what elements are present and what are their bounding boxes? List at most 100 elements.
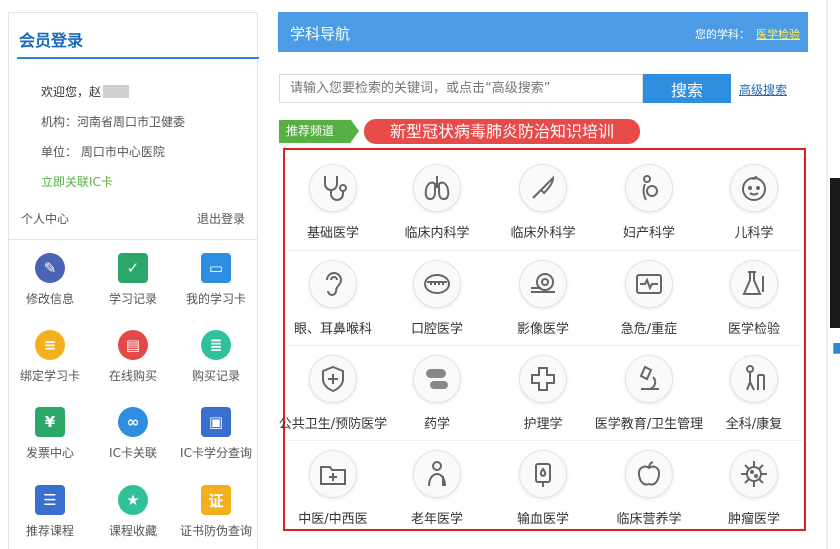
subject-label: 输血医学 — [516, 512, 569, 527]
unit-text: 单位： 周口市中心医院 — [41, 145, 165, 159]
link-ic-card-link[interactable]: 立即关联IC卡 — [41, 173, 113, 190]
subject-grid: 基础医学 临床内科学 临床外科学 妇产科学 儿科学 眼、耳鼻喉科 口腔医学 影像… — [279, 148, 806, 531]
subject-imaging[interactable]: 影像医学 — [495, 260, 591, 337]
func-ic-credit-query[interactable]: ▣ IC卡学分查询 — [175, 407, 257, 461]
func-course-favorite[interactable]: ★ 课程收藏 — [92, 485, 174, 539]
subject-nursing[interactable]: 护理学 — [495, 355, 591, 432]
subject-label: 急危/重症 — [620, 322, 678, 337]
lungs-icon — [413, 164, 461, 212]
subject-med-education[interactable]: 医学教育/卫生管理 — [591, 355, 707, 432]
welcome-text: 欢迎您，赵 — [41, 85, 102, 99]
walker-icon — [730, 355, 778, 403]
stethoscope-icon — [309, 164, 357, 212]
masked-username — [103, 85, 130, 98]
subject-nutrition[interactable]: 临床营养学 — [601, 450, 697, 527]
func-label: IC卡学分查询 — [180, 446, 252, 460]
subject-ent[interactable]: 眼、耳鼻喉科 — [281, 260, 385, 337]
func-label: 课程收藏 — [108, 524, 157, 538]
blood-bag-icon — [519, 450, 567, 498]
virus-icon — [730, 450, 778, 498]
subject-public-health[interactable]: 公共卫生/预防医学 — [269, 355, 397, 432]
subject-general-rehab[interactable]: 全科/康复 — [706, 355, 802, 432]
subject-label: 老年医学 — [410, 512, 463, 527]
logout-link[interactable]: 退出登录 — [197, 210, 245, 227]
func-label: IC卡关联 — [109, 446, 157, 460]
subject-obstetrics[interactable]: 妇产科学 — [601, 164, 697, 241]
ct-scanner-icon — [519, 260, 567, 308]
subject-label: 儿科学 — [734, 226, 774, 241]
your-subject-label: 您的学科： — [695, 28, 750, 41]
edge-text-fragment: ■ — [832, 340, 840, 356]
subject-transfusion[interactable]: 输血医学 — [495, 450, 591, 527]
link-icon: ∞ — [118, 407, 148, 437]
subject-emergency[interactable]: 急危/重症 — [601, 260, 697, 337]
func-label: 在线购买 — [108, 369, 157, 383]
subject-label: 基础医学 — [306, 226, 359, 241]
card-hand-icon: ▭ — [201, 253, 231, 283]
your-subject-link[interactable]: 医学检验 — [756, 26, 800, 42]
heart-monitor-icon — [625, 260, 673, 308]
func-recommend-course[interactable]: ☰ 推荐课程 — [9, 485, 91, 539]
func-label: 证书防伪查询 — [179, 524, 252, 538]
search-button[interactable]: 搜索 — [643, 74, 731, 103]
subject-basic-medicine[interactable]: 基础医学 — [289, 164, 377, 241]
row-divider — [287, 250, 802, 251]
func-online-buy[interactable]: ▤ 在线购买 — [92, 330, 174, 384]
func-bind-card[interactable]: ≡ 绑定学习卡 — [9, 330, 91, 384]
pregnancy-icon — [625, 164, 673, 212]
subject-pharmacy[interactable]: 药学 — [389, 355, 485, 432]
subject-oncology[interactable]: 肿瘤医学 — [706, 450, 802, 527]
func-edit-info[interactable]: ✎ 修改信息 — [9, 253, 91, 307]
apple-icon — [625, 450, 673, 498]
personal-center-link[interactable]: 个人中心 — [21, 210, 69, 227]
func-label: 发票中心 — [25, 446, 74, 460]
subject-label: 肿瘤医学 — [727, 512, 780, 527]
title-underline — [17, 57, 259, 59]
subject-internal-medicine[interactable]: 临床内科学 — [389, 164, 485, 241]
subject-geriatrics[interactable]: 老年医学 — [389, 450, 485, 527]
subject-label: 公共卫生/预防医学 — [278, 417, 388, 432]
mouth-icon — [413, 260, 461, 308]
org-text: 机构：河南省周口市卫健委 — [41, 115, 186, 129]
func-label: 绑定学习卡 — [19, 369, 80, 383]
list-icon: ≣ — [201, 330, 231, 360]
monitor-search-icon: ▣ — [201, 407, 231, 437]
bookmark-icon: ✓ — [118, 253, 148, 283]
subject-label: 护理学 — [523, 417, 563, 432]
bind-card-icon: ≡ — [35, 330, 65, 360]
func-certificate-query[interactable]: 证 证书防伪查询 — [175, 485, 257, 539]
scalpel-icon — [519, 164, 567, 212]
func-my-card[interactable]: ▭ 我的学习卡 — [175, 253, 257, 307]
func-label: 学习记录 — [108, 292, 157, 306]
subject-label: 医学教育/卫生管理 — [594, 417, 704, 432]
func-label: 我的学习卡 — [185, 292, 246, 306]
subject-lab-medicine[interactable]: 医学检验 — [706, 260, 802, 337]
func-label: 修改信息 — [25, 292, 74, 306]
lab-flask-icon — [730, 260, 778, 308]
subject-surgery[interactable]: 临床外科学 — [495, 164, 591, 241]
medical-folder-icon — [309, 450, 357, 498]
subject-label: 妇产科学 — [622, 226, 675, 241]
row-divider — [287, 345, 802, 346]
nav-title: 学科导航 — [290, 25, 351, 43]
nurse-cross-icon — [519, 355, 567, 403]
subject-stomatology[interactable]: 口腔医学 — [389, 260, 485, 337]
pill-icon — [413, 355, 461, 403]
divider — [9, 239, 257, 240]
advanced-search-link[interactable]: 高级搜索 — [739, 81, 787, 98]
microscope-icon — [625, 355, 673, 403]
cart-icon: ▤ — [118, 330, 148, 360]
func-study-record[interactable]: ✓ 学习记录 — [92, 253, 174, 307]
subject-label: 中医/中西医 — [298, 512, 368, 527]
covid-training-button[interactable]: 新型冠状病毒肺炎防治知识培训 — [364, 119, 640, 144]
subject-label: 临床营养学 — [616, 512, 682, 527]
func-invoice[interactable]: ¥ 发票中心 — [9, 407, 91, 461]
subject-tcm[interactable]: 中医/中西医 — [285, 450, 381, 527]
elderly-icon — [413, 450, 461, 498]
func-ic-link[interactable]: ∞ IC卡关联 — [92, 407, 174, 461]
welcome-row: 欢迎您，赵 — [41, 83, 130, 100]
subject-pediatrics[interactable]: 儿科学 — [706, 164, 802, 241]
func-label: 推荐课程 — [25, 524, 74, 538]
func-purchase-record[interactable]: ≣ 购买记录 — [175, 330, 257, 384]
search-input[interactable] — [279, 74, 643, 103]
